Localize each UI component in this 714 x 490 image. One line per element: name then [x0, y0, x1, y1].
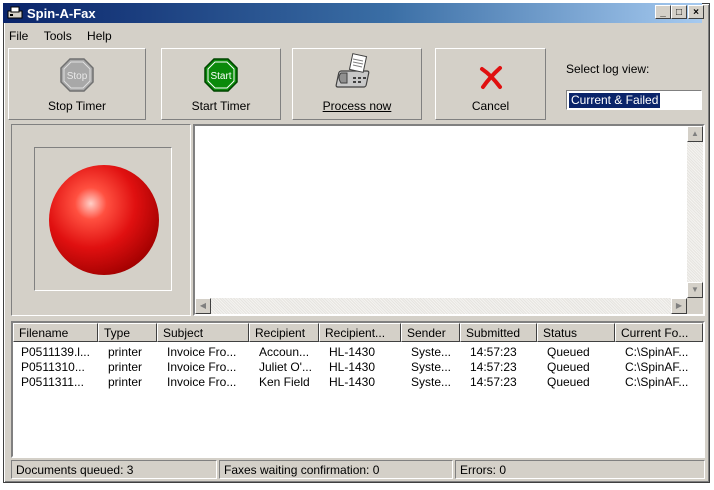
start-timer-label: Start Timer — [191, 99, 251, 113]
log-text-area[interactable]: ▲ ▼ ◀ ▶ — [193, 124, 705, 316]
cell-submitted: 14:57:23 — [470, 375, 517, 389]
fax-app-icon — [7, 6, 23, 19]
close-button[interactable]: × — [688, 5, 704, 19]
process-now-button[interactable]: Process now — [292, 48, 422, 120]
minimize-button[interactable]: _ — [655, 5, 671, 19]
cell-status: Queued — [547, 375, 590, 389]
process-now-label: Process now — [322, 99, 392, 113]
column-header-recipient-fax[interactable]: Recipient... — [319, 323, 401, 342]
cell-filename: P0511311... — [21, 375, 84, 389]
status-light-frame — [34, 147, 172, 291]
status-faxes-waiting: Faxes waiting confirmation: 0 — [219, 460, 453, 479]
column-header-recipient[interactable]: Recipient — [249, 323, 319, 342]
table-row[interactable]: P0511311... printer Invoice Fro... Ken F… — [13, 375, 703, 390]
cell-current-folder: C:\SpinAF... — [625, 360, 689, 374]
cell-type: printer — [108, 345, 143, 359]
column-header-status[interactable]: Status — [537, 323, 615, 342]
cell-recipient: Accoun... — [259, 345, 310, 359]
cancel-label: Cancel — [471, 99, 510, 113]
status-errors: Errors: 0 — [455, 460, 705, 479]
window-title: Spin-A-Fax — [27, 6, 96, 21]
horizontal-scrollbar[interactable]: ◀ ▶ — [195, 298, 687, 314]
menu-tools[interactable]: Tools — [38, 27, 78, 43]
cell-subject: Invoice Fro... — [167, 375, 237, 389]
table-row[interactable]: P0511310... printer Invoice Fro... Julie… — [13, 360, 703, 375]
column-header-sender[interactable]: Sender — [401, 323, 460, 342]
cell-sender: Syste... — [411, 360, 452, 374]
cancel-x-icon — [479, 66, 502, 89]
menu-file[interactable]: File — [3, 27, 34, 43]
cell-subject: Invoice Fro... — [167, 345, 237, 359]
red-status-light-icon — [49, 165, 159, 275]
column-header-current-folder[interactable]: Current Fo... — [615, 323, 703, 342]
status-bar: Documents queued: 3 Faxes waiting confir… — [11, 460, 705, 479]
menu-help[interactable]: Help — [81, 27, 118, 43]
menu-bar: File Tools Help — [3, 27, 118, 45]
cell-status: Queued — [547, 345, 590, 359]
fax-machine-icon — [335, 53, 370, 88]
status-light-panel — [11, 124, 191, 316]
cell-recipient-fax: HL-1430 — [329, 360, 376, 374]
column-header-submitted[interactable]: Submitted — [460, 323, 537, 342]
log-view-select[interactable]: Current & Failed — [566, 90, 702, 110]
column-header-filename[interactable]: Filename — [13, 323, 98, 342]
scroll-down-icon[interactable]: ▼ — [687, 282, 703, 298]
cell-recipient: Ken Field — [259, 375, 310, 389]
log-view-selected: Current & Failed — [569, 93, 661, 108]
cell-current-folder: C:\SpinAF... — [625, 375, 689, 389]
column-header-subject[interactable]: Subject — [157, 323, 249, 342]
cell-sender: Syste... — [411, 345, 452, 359]
log-view-label: Select log view: — [566, 62, 650, 76]
title-bar: Spin-A-Fax _ □ × — [3, 3, 704, 23]
cell-current-folder: C:\SpinAF... — [625, 345, 689, 359]
vertical-scrollbar[interactable]: ▲ ▼ — [687, 126, 703, 298]
table-row[interactable]: P0511139.l... printer Invoice Fro... Acc… — [13, 345, 703, 360]
maximize-button[interactable]: □ — [671, 5, 687, 19]
column-header-type[interactable]: Type — [98, 323, 157, 342]
cell-recipient-fax: HL-1430 — [329, 375, 376, 389]
fax-queue-list[interactable]: Filename Type Subject Recipient Recipien… — [11, 321, 705, 458]
cell-type: printer — [108, 375, 143, 389]
scroll-up-icon[interactable]: ▲ — [687, 126, 703, 142]
queue-header: Filename Type Subject Recipient Recipien… — [13, 323, 703, 343]
toolbar: Stop Stop Timer Start Start Timer Proces… — [8, 48, 552, 120]
start-icon-text: Start — [210, 71, 231, 82]
scroll-left-icon[interactable]: ◀ — [195, 298, 211, 314]
cell-subject: Invoice Fro... — [167, 360, 237, 374]
cancel-button[interactable]: Cancel — [435, 48, 546, 120]
cell-recipient: Juliet O'... — [259, 360, 312, 374]
cell-filename: P0511139.l... — [21, 345, 90, 359]
stop-timer-label: Stop Timer — [47, 99, 107, 113]
start-sign-icon: Start — [204, 58, 238, 92]
stop-sign-icon: Stop — [60, 58, 94, 92]
cell-submitted: 14:57:23 — [470, 360, 517, 374]
scroll-right-icon[interactable]: ▶ — [671, 298, 687, 314]
cell-submitted: 14:57:23 — [470, 345, 517, 359]
status-documents-queued: Documents queued: 3 — [11, 460, 217, 479]
start-timer-button[interactable]: Start Start Timer — [161, 48, 281, 120]
cell-recipient-fax: HL-1430 — [329, 345, 376, 359]
cell-type: printer — [108, 360, 143, 374]
scroll-corner — [687, 298, 703, 314]
cell-filename: P0511310... — [21, 360, 85, 374]
cell-status: Queued — [547, 360, 590, 374]
stop-icon-text: Stop — [67, 71, 88, 82]
cell-sender: Syste... — [411, 375, 452, 389]
stop-timer-button[interactable]: Stop Stop Timer — [8, 48, 146, 120]
